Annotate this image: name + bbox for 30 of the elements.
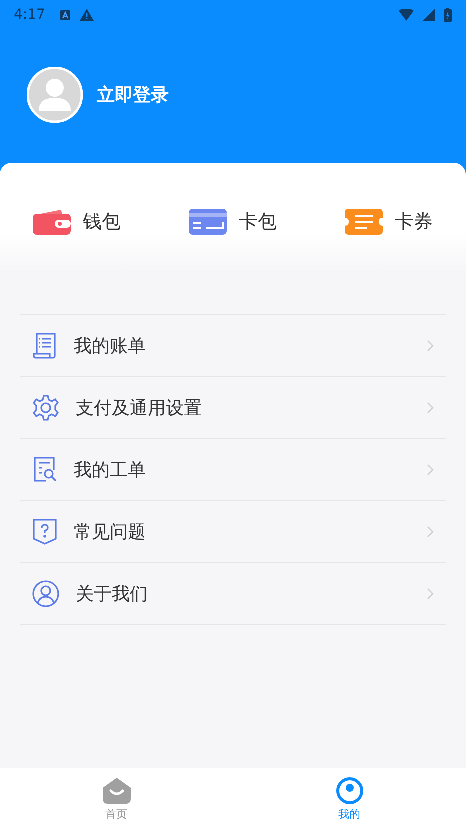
avatar-icon[interactable]: [27, 67, 83, 123]
chevron-icon: [427, 526, 434, 538]
quick-action[interactable]: 卡包: [189, 208, 277, 236]
status-time: 4:17: [14, 7, 46, 23]
document-icon: [32, 332, 58, 360]
home-icon: [102, 776, 132, 804]
signal-icon: [423, 9, 435, 21]
menu-item[interactable]: 常见问题: [20, 501, 446, 563]
notification-icon: [60, 10, 72, 20]
quick-action[interactable]: 钱包: [33, 208, 121, 236]
chevron-icon: [427, 402, 434, 414]
menu-item[interactable]: 我的账单: [20, 315, 446, 377]
wifi-icon: [399, 9, 414, 21]
warning-icon: [80, 9, 94, 21]
help-shield-icon: [32, 518, 58, 546]
menu-item[interactable]: 关于我们: [20, 563, 446, 625]
chevron-icon: [427, 464, 434, 476]
user-circle-icon: [32, 580, 60, 608]
user-icon: [336, 776, 364, 804]
card-icon: [189, 209, 227, 235]
coupon-icon: [345, 209, 383, 235]
menu-item[interactable]: 我的工单: [20, 439, 446, 501]
menu-item[interactable]: 支付及通用设置: [20, 377, 446, 439]
battery-icon: [444, 8, 452, 22]
document-search-icon: [32, 456, 58, 484]
quick-action[interactable]: 卡券: [345, 208, 433, 236]
chevron-icon: [427, 588, 434, 600]
wallet-icon: [33, 209, 71, 235]
settings-icon: [32, 394, 60, 422]
chevron-icon: [427, 340, 434, 352]
